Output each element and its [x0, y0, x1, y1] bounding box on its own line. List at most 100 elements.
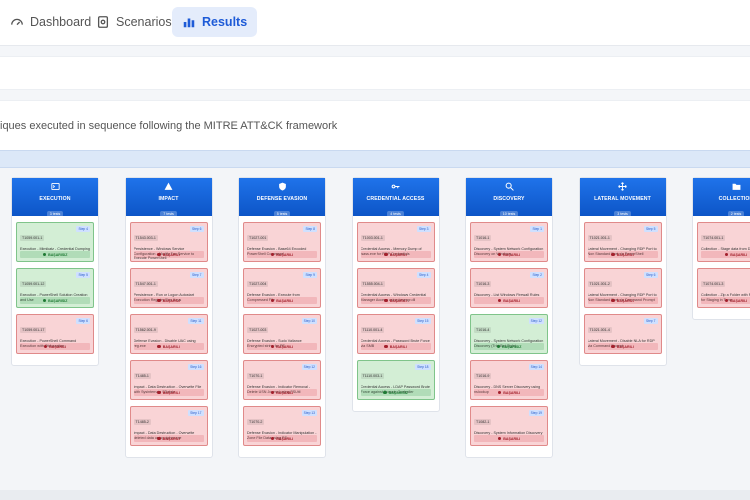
test-card[interactable]: T1555.004-1 Step 4 Credential Access - Win… — [356, 268, 435, 308]
technique-id: T1485-2 — [133, 419, 151, 425]
status-label: BAŞARILI — [162, 298, 180, 303]
test-count-badge: 4 tests — [387, 211, 404, 217]
move-icon — [580, 182, 666, 191]
tactic-title: CREDENTIAL ACCESS — [366, 196, 425, 202]
technique-id: T1059.001-1 — [20, 235, 45, 241]
test-card[interactable]: T1059.001-17 Step 6 Execution - PowerShell… — [16, 314, 94, 354]
status-badge: BAŞARILI — [587, 251, 658, 258]
status-badge: BAŞARILI — [133, 389, 204, 396]
tactic-title: EXECUTION — [39, 196, 71, 202]
nav-tab-scenarios[interactable]: Scenarios — [86, 7, 182, 37]
tactic-column-credential-access: CREDENTIAL ACCESS 4 tests T1003.001-1 Step … — [351, 177, 440, 412]
status-label: BAŞARILI — [503, 390, 521, 395]
test-card[interactable]: T1027-001 Step 8 Defense Evasion - Base64 … — [243, 222, 321, 262]
test-card[interactable]: T1110.001-4 Step 15 Credential Access - Pa… — [356, 314, 435, 354]
technique-id: T1016-1 — [474, 235, 492, 241]
status-badge: BAŞARISIZ — [20, 297, 90, 304]
status-badge: BAŞARILI — [247, 251, 317, 258]
test-card[interactable]: T1082-1 Step 19 Discovery - System Informa… — [470, 406, 548, 446]
test-card[interactable]: T1543.003-1 Step 6 Persistence - Windows S… — [129, 222, 208, 262]
test-card[interactable]: T1074.001-1Step 20Collection - Stage dat… — [697, 222, 750, 262]
horizontal-scrollbar[interactable] — [0, 490, 750, 500]
test-card[interactable]: T1016-9 Step 14 Discovery - DNS Server Dis… — [470, 360, 548, 400]
key-icon — [353, 182, 439, 191]
step-badge: Step 19 — [528, 410, 544, 416]
technique-id: T1555.004-1 — [360, 281, 385, 287]
nav-tab-results[interactable]: Results — [172, 7, 258, 37]
status-label: BAŞARISIZ — [388, 390, 408, 395]
status-label: BAŞARILI — [616, 344, 634, 349]
test-card[interactable]: T1021.001-1 Step 5 Lateral Movement - Chan… — [583, 222, 662, 262]
status-label: BAŞARISIZ — [48, 252, 68, 257]
test-card[interactable]: T1059.001-1 Step 4 Execution - Mimikatz - … — [16, 222, 94, 262]
status-label: BAŞARILI — [616, 252, 634, 257]
test-card[interactable]: T1059.001-12 Step 5 Execution - PowerShell… — [16, 268, 94, 308]
scenarios-icon — [96, 15, 110, 29]
test-card[interactable]: T1547.001-1 Step 7 Persistence - Run or Lo… — [129, 268, 208, 308]
step-badge: Step 5 — [76, 272, 90, 278]
status-label: BAŞARILI — [276, 390, 294, 395]
step-badge: Step 10 — [301, 318, 317, 324]
test-card[interactable]: T1016-3 Step 2 Discovery - List Windows Fi… — [470, 268, 548, 308]
status-label: BAŞARILI — [730, 252, 748, 257]
status-badge: BAŞARILI — [474, 435, 544, 442]
status-icon — [42, 252, 47, 257]
status-label: BAŞARISIZ — [48, 298, 68, 303]
test-card[interactable]: T1485-2 Step 17 Impact - Data Destruction … — [129, 406, 208, 446]
test-card[interactable]: T1021.001-2 Step 6 Lateral Movement - Chan… — [583, 268, 662, 308]
test-card[interactable]: T1003.001-1 Step 3 Credential Access - Mem… — [356, 222, 435, 262]
status-badge: BAŞARILI — [133, 435, 204, 442]
status-badge: BAŞARISIZ — [474, 343, 544, 350]
status-icon — [157, 344, 161, 349]
header-strip — [0, 56, 750, 90]
test-card[interactable]: T1070-2 Step 13 Defense Evasion - Indicato… — [243, 406, 321, 446]
status-badge: BAŞARILI — [247, 297, 317, 304]
test-card[interactable]: T1016-4 Step 12 Discovery - System Network… — [470, 314, 548, 354]
test-card[interactable]: T1562.001-9 Step 11 Defense Evasion - Disa… — [129, 314, 208, 354]
technique-id: T1021.001-2 — [587, 281, 612, 287]
status-badge: BAŞARILI — [133, 297, 204, 304]
technique-id: T1027-004 — [247, 281, 269, 287]
search-icon — [466, 182, 552, 191]
test-card[interactable]: T1074.001-3Step 21Collection - Zip a Fol… — [697, 268, 750, 308]
status-label: BAŞARILI — [389, 298, 407, 303]
top-navigation: Dashboard Scenarios Results — [0, 0, 750, 46]
step-badge: Step 13 — [301, 410, 317, 416]
step-badge: Step 6 — [189, 226, 204, 232]
status-label: BAŞARILI — [503, 436, 521, 441]
tactic-title: DEFENSE EVASION — [256, 196, 308, 202]
technique-id: T1070-2 — [247, 419, 265, 425]
test-count-badge: 7 tests — [160, 211, 177, 217]
test-card[interactable]: T1021.001-4 Step 7 Lateral Movement - Disa… — [583, 314, 662, 354]
status-label: BAŞARILI — [276, 298, 294, 303]
terminal-icon — [12, 182, 98, 191]
test-card[interactable]: T1027-004 Step 9 Defense Evasion - Execute… — [243, 268, 321, 308]
status-badge: BAŞARILI — [247, 435, 317, 442]
test-card[interactable]: T1016-1 Step 1 Discovery - System Network … — [470, 222, 548, 262]
nav-tab-label: Scenarios — [116, 15, 172, 29]
status-label: BAŞARILI — [162, 436, 180, 441]
technique-id: T1070-1 — [247, 373, 265, 379]
step-badge: Step 6 — [76, 318, 90, 324]
tactic-header: LATERAL MOVEMENT 3 tests — [579, 178, 666, 217]
status-label: BAŞARILI — [503, 298, 521, 303]
status-label: BAŞARILI — [616, 298, 634, 303]
step-badge: Step 7 — [643, 318, 658, 324]
step-badge: Step 12 — [528, 318, 544, 324]
test-card[interactable]: T1027-003 Step 10 Defense Evasion - Sudo V… — [243, 314, 321, 354]
tactic-column-lateral-movement: LATERAL MOVEMENT 3 tests T1021.001-1 Step 5… — [578, 177, 667, 366]
test-card[interactable]: T1110.003-1 Step 18 Credential Access - LD… — [356, 360, 435, 400]
status-badge: BAŞARILI — [701, 297, 750, 304]
status-icon — [270, 436, 275, 441]
nav-tab-label: Dashboard — [30, 15, 92, 29]
test-card[interactable]: T1485-1 Step 16 Impact - Data Destruction … — [129, 360, 208, 400]
status-badge: BAŞARILI — [360, 251, 431, 258]
test-count-badge: 3 tests — [614, 211, 631, 217]
dashboard-icon — [10, 15, 24, 29]
status-icon — [43, 344, 48, 349]
tactics-board[interactable]: EXECUTION 3 tests T1059.001-1 Step 4 Executi… — [0, 168, 750, 490]
test-card[interactable]: T1070-1 Step 12 Defense Evasion - Indicato… — [243, 360, 321, 400]
tactic-column-collection: COLLECTION 2 tests T1074.001-1Step 20Colle… — [692, 177, 750, 320]
tactic-column-defense-evasion: DEFENSE EVASION 5 tests T1027-001 Step 8 Def… — [238, 177, 326, 458]
status-icon — [497, 298, 502, 303]
